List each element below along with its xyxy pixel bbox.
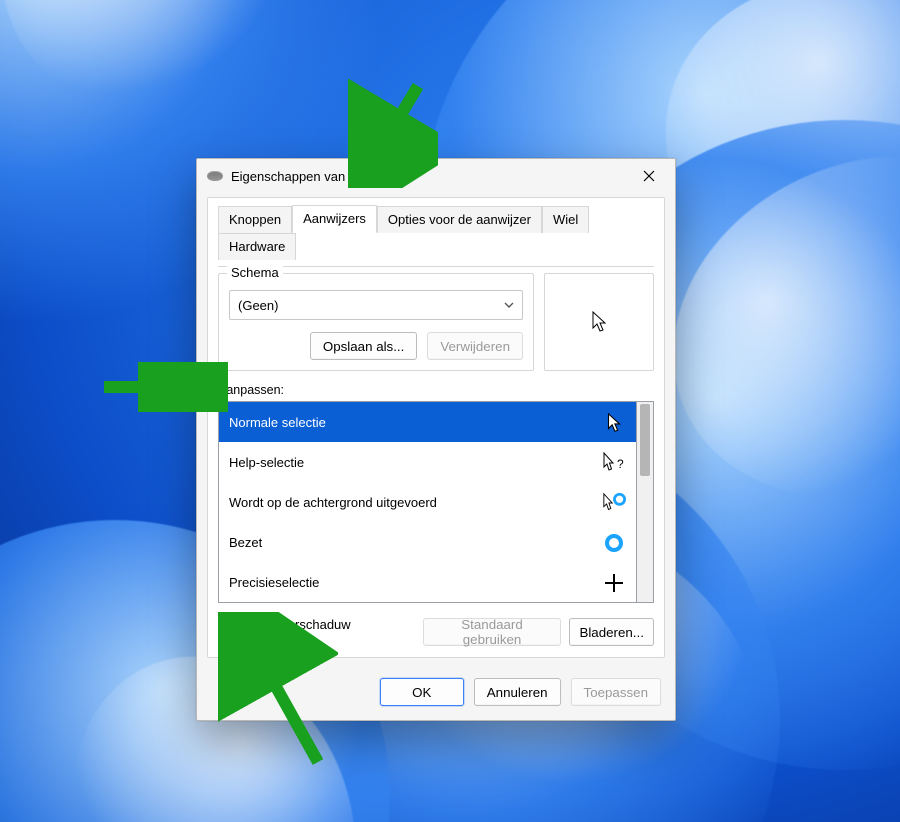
dialog-action-bar: OK Annuleren Toepassen [197, 668, 675, 720]
pointer-shadow-checkbox[interactable] [218, 624, 235, 641]
scrollbar-thumb[interactable] [640, 404, 650, 476]
schema-value: (Geen) [238, 298, 278, 313]
list-item-label: Precisieselectie [229, 575, 319, 590]
cursor-arrow-icon [602, 412, 626, 434]
cursor-help-icon: ? [602, 452, 626, 474]
list-item-label: Help-selectie [229, 455, 304, 470]
mouse-icon [207, 171, 223, 181]
list-item[interactable]: Normale selectie [219, 402, 636, 442]
close-button[interactable] [631, 162, 667, 190]
cursor-working-icon [602, 492, 626, 514]
tab-aanwijzers[interactable]: Aanwijzers [292, 205, 377, 233]
customize-label: Aanpassen: [218, 383, 654, 397]
tab-bar: Knoppen Aanwijzers Opties voor de aanwij… [218, 204, 654, 259]
cursor-listbox[interactable]: Normale selectie Help-selectie ? [218, 401, 637, 603]
list-item-label: Wordt op de achtergrond uitgevoerd [229, 495, 437, 510]
use-default-button[interactable]: Standaard gebruiken [423, 618, 562, 646]
mouse-properties-dialog: Eigenschappen van Muis Knoppen Aanwijzer… [196, 158, 676, 721]
list-item-label: Normale selectie [229, 415, 326, 430]
cancel-button[interactable]: Annuleren [474, 678, 561, 706]
list-item[interactable]: Wordt op de achtergrond uitgevoerd [219, 482, 636, 522]
schema-delete-button[interactable]: Verwijderen [427, 332, 523, 360]
titlebar: Eigenschappen van Muis [197, 159, 675, 193]
tab-knoppen[interactable]: Knoppen [218, 206, 292, 233]
cursor-arrow-icon [590, 310, 608, 334]
tab-opties-aanwijzer[interactable]: Opties voor de aanwijzer [377, 206, 542, 233]
list-item[interactable]: Precisieselectie [219, 562, 636, 602]
chevron-down-icon [504, 300, 514, 310]
listbox-scrollbar[interactable] [637, 401, 654, 603]
schema-label: Schema [227, 265, 283, 280]
schema-save-as-button[interactable]: Opslaan als... [310, 332, 418, 360]
apply-button[interactable]: Toepassen [571, 678, 661, 706]
schema-combobox[interactable]: (Geen) [229, 290, 523, 320]
list-item[interactable]: Help-selectie ? [219, 442, 636, 482]
tab-hardware[interactable]: Hardware [218, 233, 296, 260]
check-icon [221, 627, 232, 638]
window-title: Eigenschappen van Muis [231, 169, 376, 184]
svg-text:?: ? [617, 457, 624, 471]
schema-group: Schema (Geen) Opslaan als... Verwijderen [218, 273, 534, 371]
cursor-precision-icon [602, 573, 626, 593]
tab-wiel[interactable]: Wiel [542, 206, 589, 233]
list-item-label: Bezet [229, 535, 262, 550]
tab-panel: Knoppen Aanwijzers Opties voor de aanwij… [207, 197, 665, 658]
pointer-shadow-label: Aanwijzerschaduw inschakelen [243, 617, 407, 647]
list-item[interactable]: Bezet [219, 522, 636, 562]
close-icon [643, 170, 655, 182]
browse-button[interactable]: Bladeren... [569, 618, 654, 646]
ok-button[interactable]: OK [380, 678, 464, 706]
desktop-wallpaper: Eigenschappen van Muis Knoppen Aanwijzer… [0, 0, 900, 822]
cursor-preview [544, 273, 654, 371]
cursor-busy-icon [602, 532, 626, 554]
